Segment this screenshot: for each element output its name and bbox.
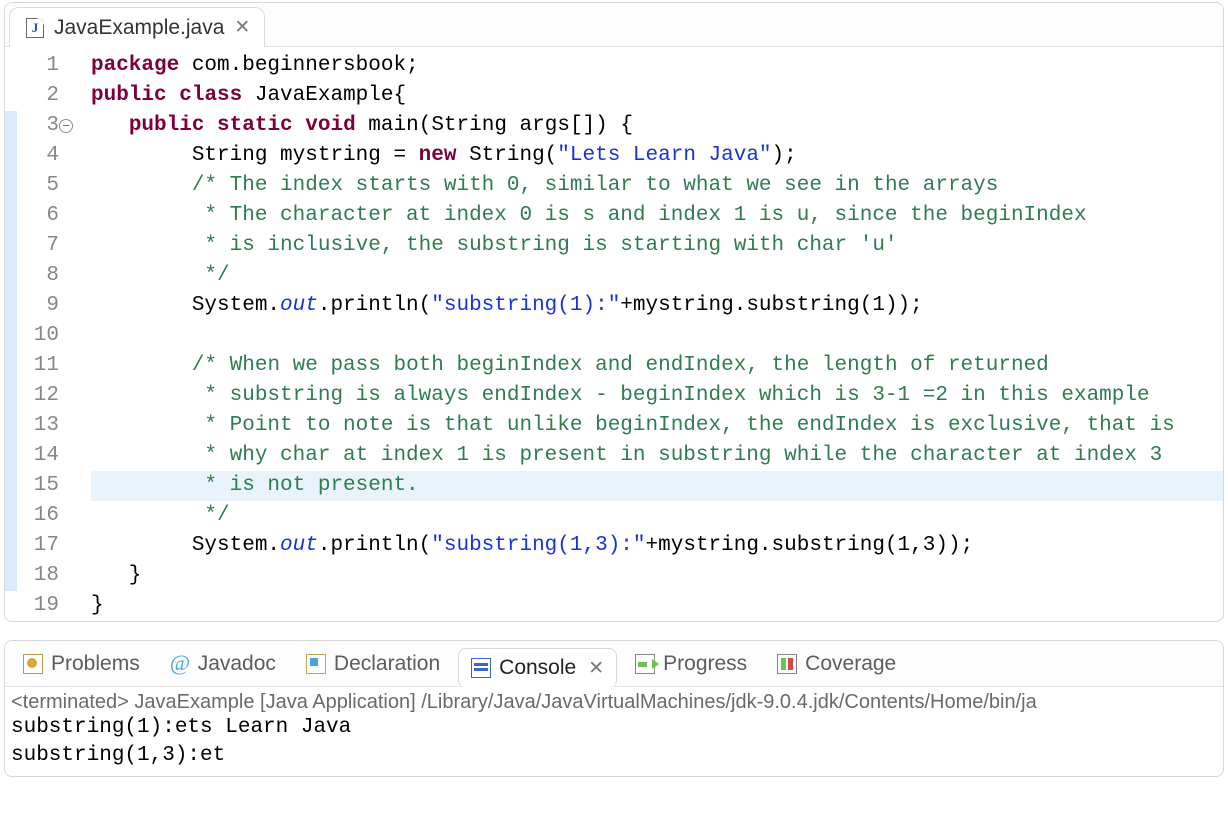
code-area[interactable]: 123–45678910111213141516171819 package c… (5, 47, 1223, 621)
coverage-icon (777, 654, 797, 674)
view-tab-progress[interactable]: Progress (623, 648, 759, 680)
code-line[interactable]: /* The index starts with 0, similar to w… (91, 171, 1223, 201)
line-number[interactable]: 17 (17, 531, 59, 561)
code-line[interactable]: public static void main(String args[]) { (91, 111, 1223, 141)
code-line[interactable]: /* When we pass both beginIndex and endI… (91, 351, 1223, 381)
line-number-gutter[interactable]: 123–45678910111213141516171819 (17, 51, 65, 621)
line-number[interactable]: 8 (17, 261, 59, 291)
code-line[interactable]: package com.beginnersbook; (91, 51, 1223, 81)
view-tab-label: Progress (663, 652, 747, 676)
line-number[interactable]: 6 (17, 201, 59, 231)
code-line[interactable]: */ (91, 501, 1223, 531)
bottom-panel: Problems @ Javadoc Declaration Console ✕ Progr… (4, 640, 1224, 777)
console-body: <terminated> JavaExample [Java Applicati… (5, 687, 1223, 776)
line-number[interactable]: 10 (17, 321, 59, 351)
line-number[interactable]: 12 (17, 381, 59, 411)
line-number[interactable]: 16 (17, 501, 59, 531)
code-line[interactable]: * why char at index 1 is present in subs… (91, 441, 1223, 471)
view-tab-label: Problems (51, 652, 140, 676)
line-number[interactable]: 7 (17, 231, 59, 261)
code-line[interactable]: String mystring = new String("Lets Learn… (91, 141, 1223, 171)
editor-tab-bar: J JavaExample.java ✕ (5, 3, 1223, 47)
line-number[interactable]: 18 (17, 561, 59, 591)
java-file-icon: J (26, 18, 44, 38)
views-tab-bar: Problems @ Javadoc Declaration Console ✕ Progr… (5, 641, 1223, 687)
line-number[interactable]: 5 (17, 171, 59, 201)
editor-tab-label: JavaExample.java (54, 16, 224, 40)
code-line[interactable]: public class JavaExample{ (91, 81, 1223, 111)
console-output-line: substring(1,3):et (11, 742, 1217, 770)
close-icon[interactable]: ✕ (588, 657, 604, 680)
method-range-ruler (5, 51, 17, 621)
code-line[interactable]: } (91, 591, 1223, 621)
line-number[interactable]: 11 (17, 351, 59, 381)
view-tab-label: Declaration (334, 652, 440, 676)
close-icon[interactable]: ✕ (234, 16, 248, 39)
line-number[interactable]: 14 (17, 441, 59, 471)
code-line[interactable]: * substring is always endIndex - beginIn… (91, 381, 1223, 411)
line-number[interactable]: 2 (17, 81, 59, 111)
code-line[interactable]: * is not present. (91, 471, 1223, 501)
view-tab-label: Javadoc (198, 652, 276, 676)
code-line[interactable]: * Point to note is that unlike beginInde… (91, 411, 1223, 441)
console-output-line: substring(1):ets Learn Java (11, 714, 1217, 742)
code-line[interactable]: * is inclusive, the substring is startin… (91, 231, 1223, 261)
code-text[interactable]: package com.beginnersbook;public class J… (65, 51, 1223, 621)
view-tab-label: Console (499, 656, 576, 680)
console-output[interactable]: substring(1):ets Learn Javasubstring(1,3… (11, 714, 1217, 770)
view-tab-javadoc[interactable]: @ Javadoc (158, 648, 288, 680)
line-number[interactable]: 15 (17, 471, 59, 501)
problems-icon (23, 654, 43, 674)
code-line[interactable]: */ (91, 261, 1223, 291)
line-number[interactable]: 13 (17, 411, 59, 441)
console-icon (471, 658, 491, 678)
line-number[interactable]: 9 (17, 291, 59, 321)
progress-icon (635, 654, 655, 674)
line-number[interactable]: 1 (17, 51, 59, 81)
editor-tab[interactable]: J JavaExample.java ✕ (9, 7, 265, 47)
view-tab-problems[interactable]: Problems (11, 648, 152, 680)
line-number[interactable]: 19 (17, 591, 59, 621)
fold-toggle-icon[interactable]: – (59, 119, 73, 133)
code-line[interactable]: } (91, 561, 1223, 591)
code-line[interactable] (91, 321, 1223, 351)
view-tab-label: Coverage (805, 652, 896, 676)
javadoc-icon: @ (170, 654, 190, 674)
view-tab-console[interactable]: Console ✕ (458, 648, 617, 688)
line-number[interactable]: 3– (17, 111, 59, 141)
console-status-line: <terminated> JavaExample [Java Applicati… (11, 691, 1217, 714)
code-line[interactable]: System.out.println("substring(1):"+mystr… (91, 291, 1223, 321)
line-number[interactable]: 4 (17, 141, 59, 171)
declaration-icon (306, 654, 326, 674)
code-line[interactable]: System.out.println("substring(1,3):"+mys… (91, 531, 1223, 561)
editor-panel: J JavaExample.java ✕ 123–456789101112131… (4, 2, 1224, 622)
code-line[interactable]: * The character at index 0 is s and inde… (91, 201, 1223, 231)
view-tab-declaration[interactable]: Declaration (294, 648, 452, 680)
view-tab-coverage[interactable]: Coverage (765, 648, 908, 680)
